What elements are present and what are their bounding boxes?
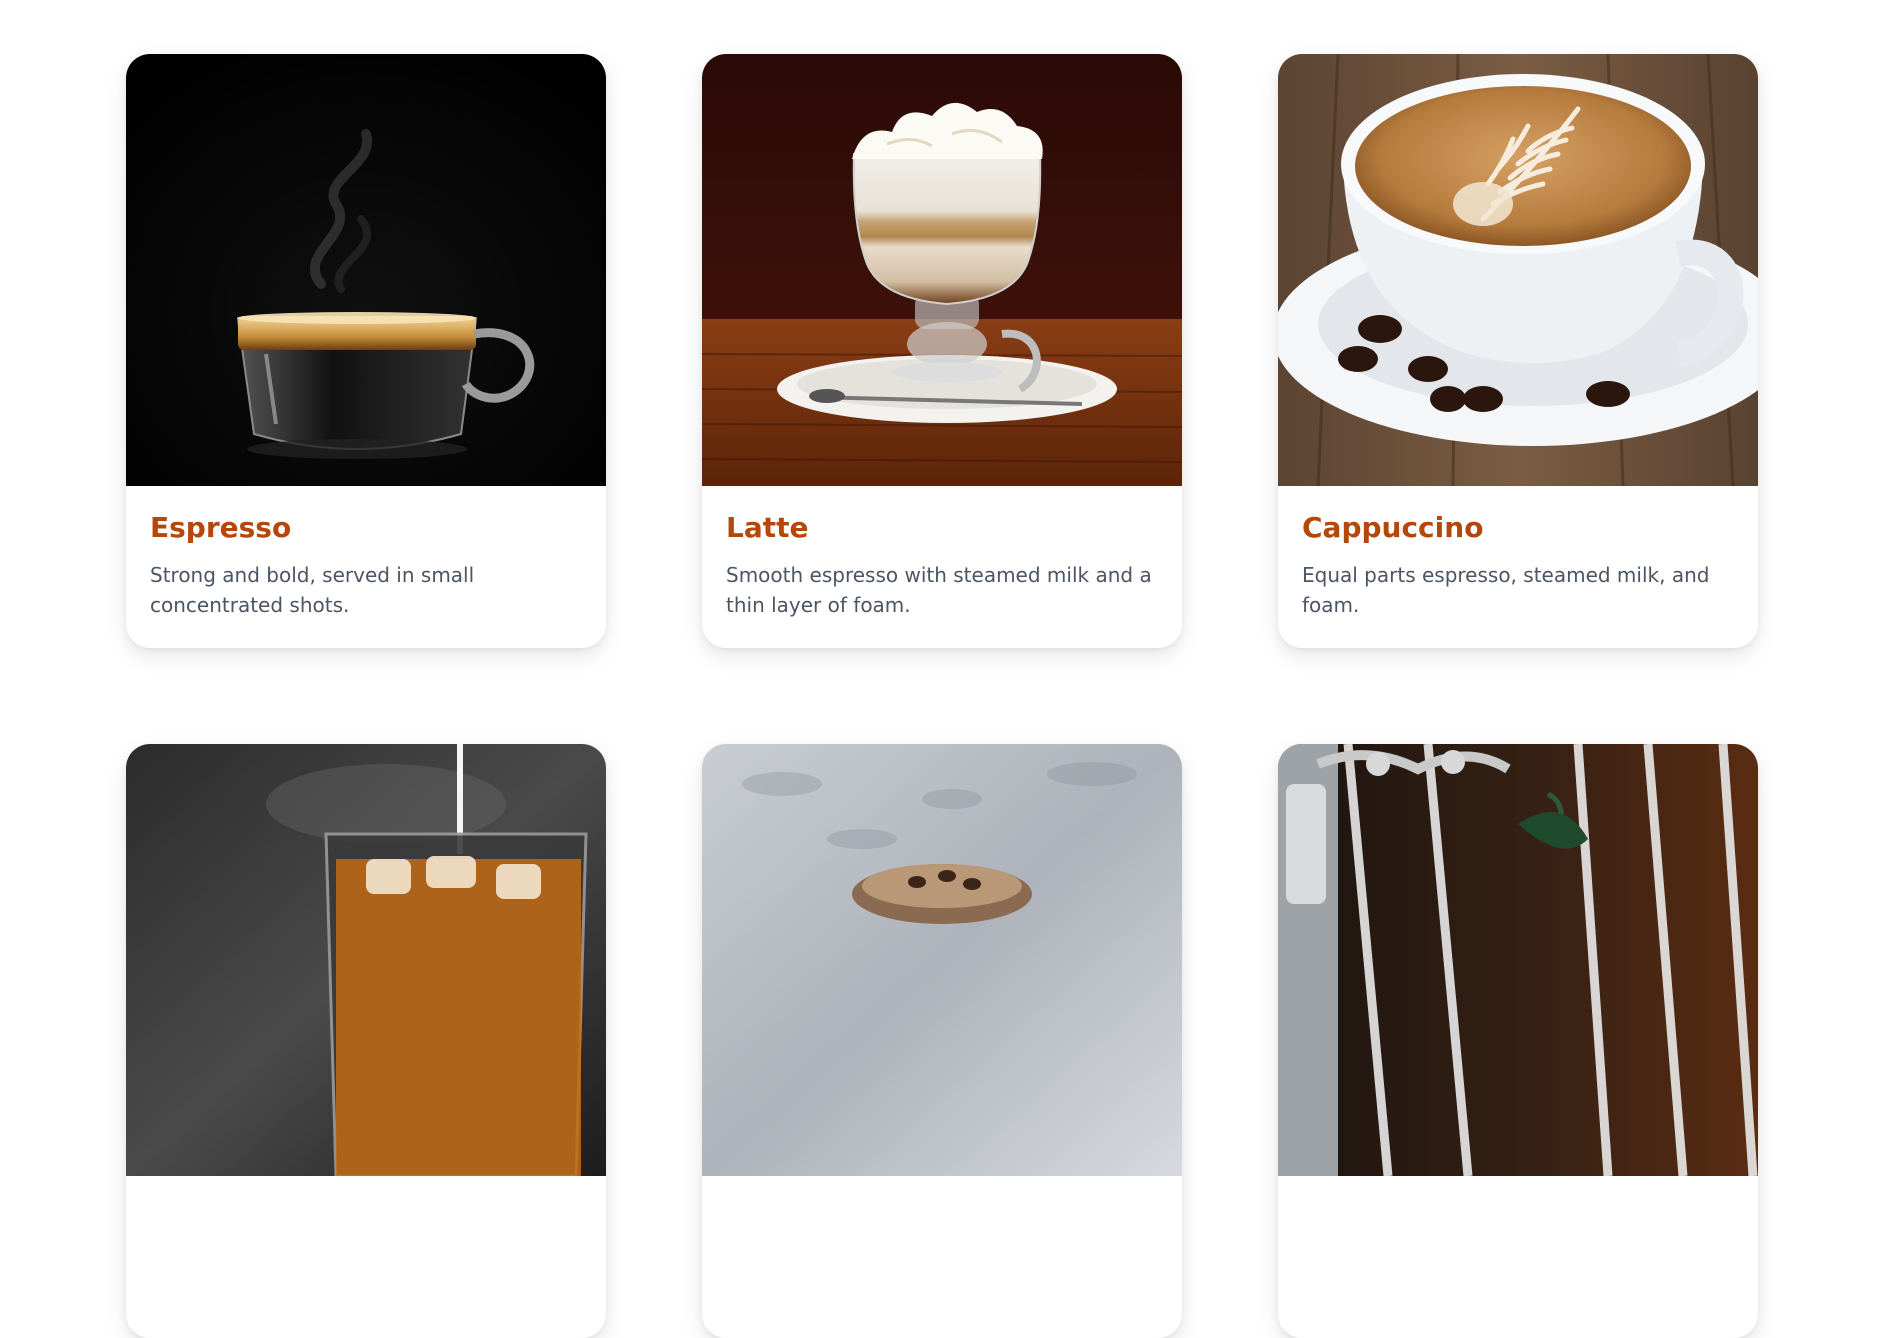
coffee-card-espresso[interactable]: Espresso Strong and bold, served in smal… <box>126 54 606 648</box>
dessert-coffee-image <box>702 744 1182 1176</box>
coffee-card-latte[interactable]: Latte Smooth espresso with steamed milk … <box>702 54 1182 648</box>
vintage-coffee-photo-icon <box>1278 744 1758 1176</box>
card-description: Strong and bold, served in small concent… <box>150 563 475 618</box>
espresso-photo-icon <box>126 54 606 486</box>
iced-coffee-photo-icon <box>126 744 606 1176</box>
card-body <box>702 1176 1182 1338</box>
coffee-card-grid: Espresso Strong and bold, served in smal… <box>126 54 1758 1338</box>
card-body: Latte Smooth espresso with steamed milk … <box>702 486 1182 648</box>
card-title: Espresso <box>150 511 292 544</box>
card-title: Latte <box>726 511 809 544</box>
card-body: Cappuccino Equal parts espresso, steamed… <box>1278 486 1758 648</box>
card-body <box>126 1176 606 1338</box>
card-description: Equal parts espresso, steamed milk, and … <box>1302 563 1710 618</box>
coffee-card-vintage[interactable] <box>1278 744 1758 1338</box>
cappuccino-image <box>1278 54 1758 486</box>
vintage-coffee-image <box>1278 744 1758 1176</box>
cappuccino-photo-icon <box>1278 54 1758 486</box>
card-title: Cappuccino <box>1302 511 1484 544</box>
card-description: Smooth espresso with steamed milk and a … <box>726 563 1152 618</box>
latte-image <box>702 54 1182 486</box>
coffee-card-cappuccino[interactable]: Cappuccino Equal parts espresso, steamed… <box>1278 54 1758 648</box>
dessert-coffee-photo-icon <box>702 744 1182 1176</box>
espresso-image <box>126 54 606 486</box>
card-body <box>1278 1176 1758 1338</box>
card-body: Espresso Strong and bold, served in smal… <box>126 486 606 648</box>
coffee-card-dessert[interactable] <box>702 744 1182 1338</box>
latte-photo-icon <box>702 54 1182 486</box>
iced-coffee-image <box>126 744 606 1176</box>
coffee-card-iced[interactable] <box>126 744 606 1338</box>
